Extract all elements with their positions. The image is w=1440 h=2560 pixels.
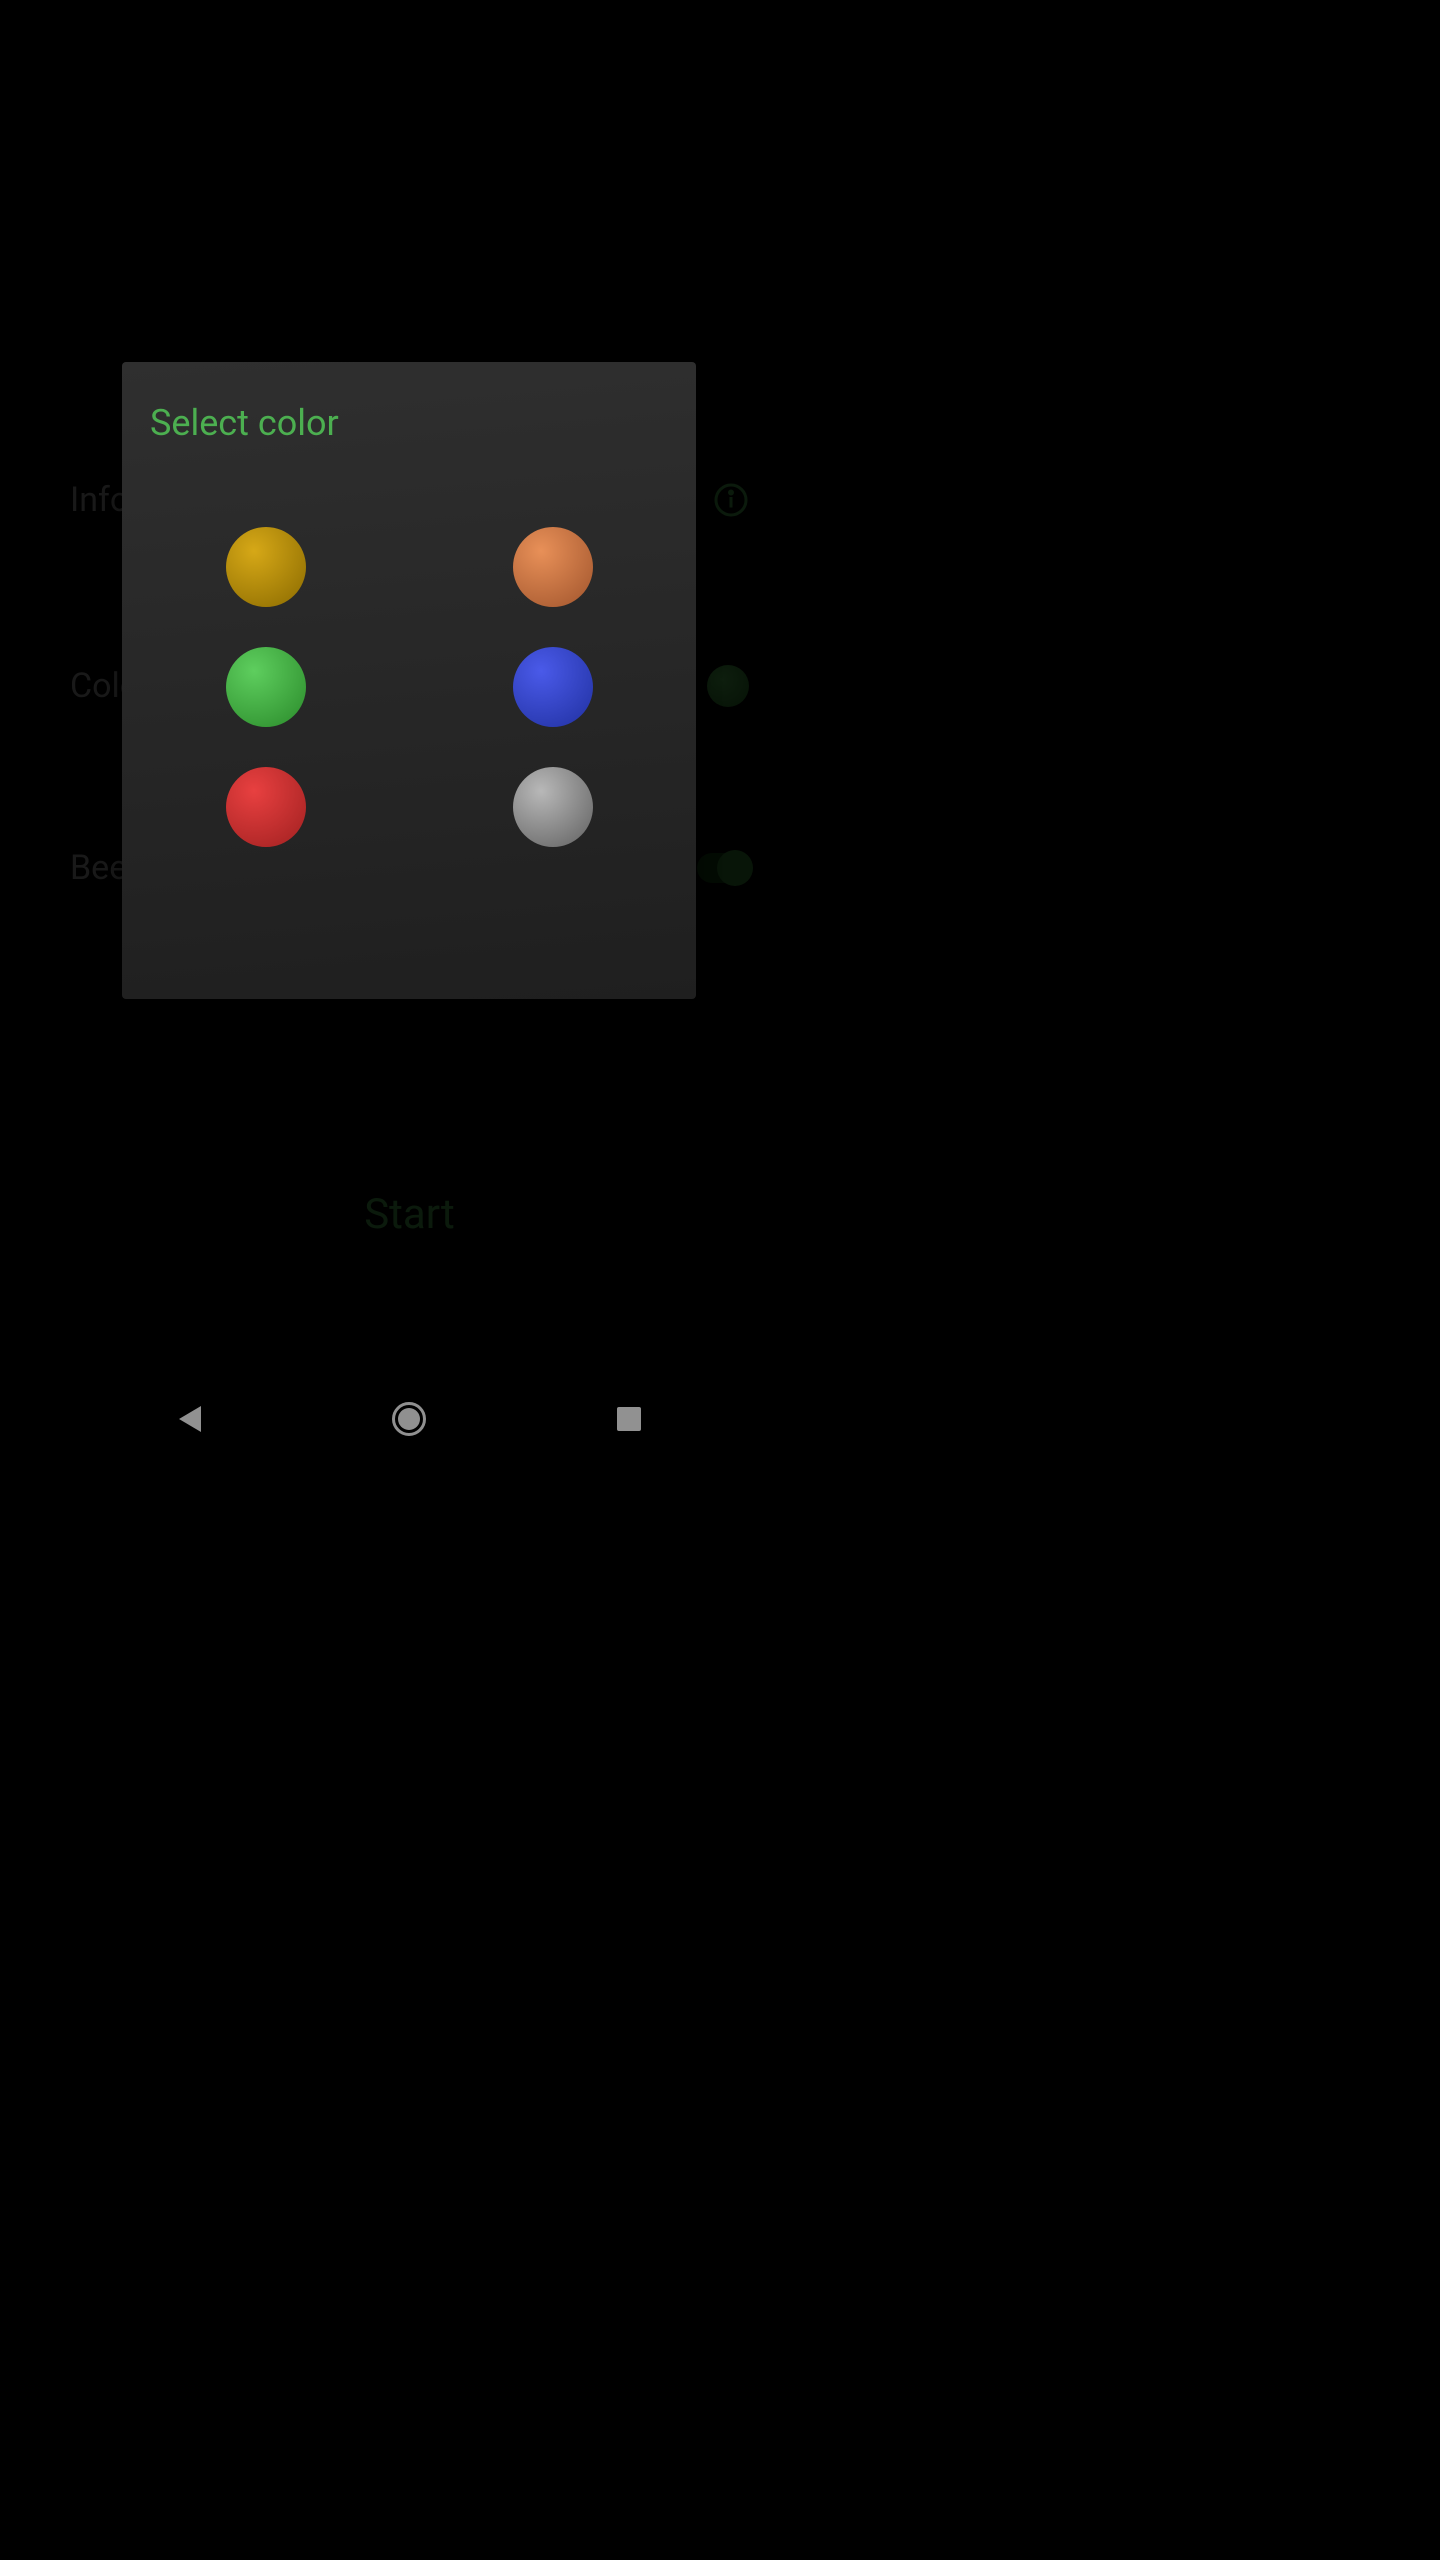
nav-back-button[interactable] — [170, 1399, 210, 1439]
nav-home-button[interactable] — [389, 1399, 429, 1439]
color-option-gray[interactable] — [513, 767, 593, 847]
color-option-red[interactable] — [226, 767, 306, 847]
nav-recent-button[interactable] — [609, 1399, 649, 1439]
back-icon — [179, 1406, 201, 1432]
recent-icon — [617, 1407, 641, 1431]
home-icon — [392, 1402, 426, 1436]
color-grid — [225, 527, 593, 847]
color-option-orange[interactable] — [513, 527, 593, 607]
navigation-bar — [0, 1381, 819, 1456]
color-option-olive[interactable] — [226, 527, 306, 607]
dialog-title: Select color — [150, 402, 339, 444]
color-option-blue[interactable] — [513, 647, 593, 727]
color-option-green[interactable] — [226, 647, 306, 727]
select-color-dialog: Select color — [122, 362, 696, 999]
